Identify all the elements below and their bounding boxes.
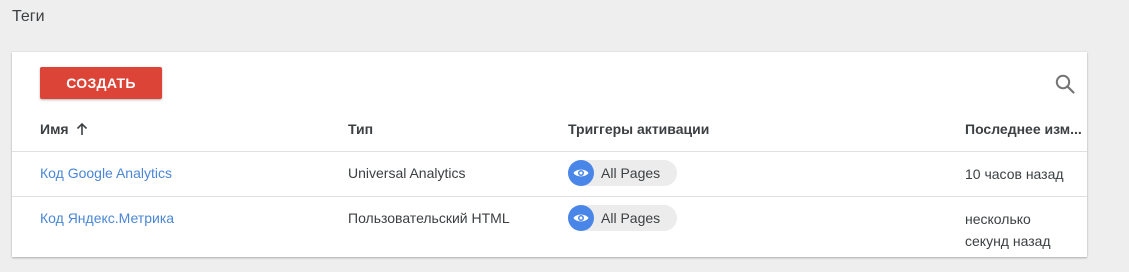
- tags-card: СОЗДАТЬ Имя Тип Триггеры активации После…: [12, 52, 1087, 257]
- column-header-name-label: Имя: [40, 121, 69, 137]
- column-header-triggers[interactable]: Триггеры активации: [568, 121, 709, 137]
- trigger-chip-label: All Pages: [601, 210, 661, 226]
- last-modified-line: 10 часов назад: [965, 166, 1064, 182]
- tag-name-link[interactable]: Код Google Analytics: [40, 165, 172, 181]
- page-title: Теги: [12, 8, 45, 25]
- eye-icon: [568, 205, 594, 231]
- search-icon[interactable]: [1053, 72, 1077, 96]
- last-modified-line: несколько: [965, 211, 1031, 227]
- create-button[interactable]: СОЗДАТЬ: [40, 67, 162, 99]
- table-row: Код Google Analytics Universal Analytics…: [12, 152, 1087, 196]
- column-header-modified[interactable]: Последнее изм...: [965, 121, 1085, 137]
- trigger-chip[interactable]: All Pages: [568, 205, 677, 231]
- tag-type: Universal Analytics: [348, 165, 466, 181]
- last-modified-line: секунд назад: [965, 233, 1051, 249]
- eye-icon: [568, 160, 594, 186]
- last-modified: 10 часов назад: [965, 163, 1064, 185]
- arrow-up-icon: [76, 122, 87, 135]
- column-header-type[interactable]: Тип: [348, 121, 373, 137]
- table-row: Код Яндекс.Метрика Пользовательский HTML…: [12, 197, 1087, 257]
- tag-name-link[interactable]: Код Яндекс.Метрика: [40, 210, 174, 226]
- last-modified: несколько секунд назад: [965, 208, 1051, 252]
- column-header-name[interactable]: Имя: [40, 121, 89, 137]
- trigger-chip-label: All Pages: [601, 165, 661, 181]
- trigger-chip[interactable]: All Pages: [568, 160, 677, 186]
- tag-type: Пользовательский HTML: [348, 210, 510, 226]
